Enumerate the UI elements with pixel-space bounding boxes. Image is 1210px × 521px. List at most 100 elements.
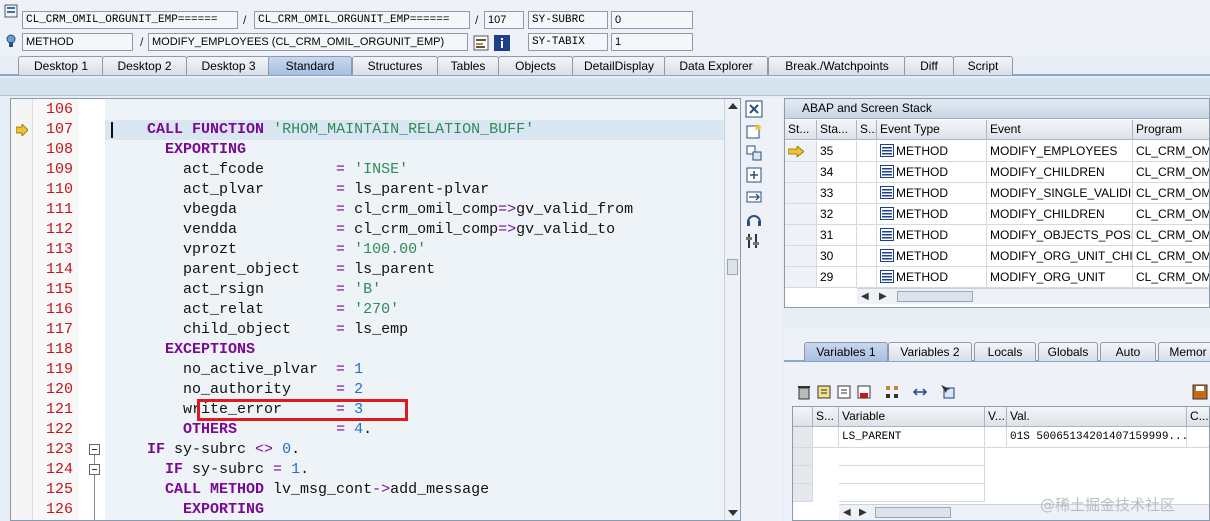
col-header-program[interactable]: Program [1133, 120, 1209, 140]
replace-tool-icon[interactable] [745, 144, 763, 162]
services-icon[interactable] [745, 210, 763, 228]
col-header-event[interactable]: Event [987, 120, 1133, 140]
method-type-icon [880, 228, 894, 241]
col-header-event-type[interactable]: Event Type [877, 120, 987, 140]
col-header-value[interactable]: Val. [1007, 407, 1187, 427]
stack-row-status [785, 225, 817, 246]
tab-locals[interactable]: Locals [974, 342, 1036, 361]
tab-desktop-1[interactable]: Desktop 1 [18, 56, 104, 75]
scroll-right-icon[interactable]: ▶ [859, 507, 867, 519]
save-icon[interactable] [1192, 384, 1208, 400]
scroll-thumb[interactable] [875, 507, 951, 518]
delete-icon[interactable] [796, 384, 812, 400]
var-row-c [1187, 427, 1209, 448]
tab-diff[interactable]: Diff [904, 56, 954, 75]
stack-row-event: MODIFY_CHILDREN [987, 162, 1133, 183]
save-variables-icon[interactable] [856, 384, 872, 400]
source-code-editor[interactable]: 106 107 CALL FUNCTION 'RHOM_MAINTAIN_REL… [10, 98, 741, 521]
row-selector[interactable] [793, 448, 813, 466]
col-header-stack-level[interactable]: Sta... [817, 120, 857, 140]
scroll-down-icon[interactable] [728, 510, 738, 516]
tab-desktop-3[interactable]: Desktop 3 [186, 56, 271, 75]
annotation-highlight-box [197, 399, 408, 421]
tab-variables-1[interactable]: Variables 1 [804, 342, 888, 361]
move-icon[interactable] [912, 384, 928, 400]
include-field[interactable]: CL_CRM_OMIL_ORGUNIT_EMP====== [254, 11, 470, 29]
class-field[interactable]: CL_CRM_OMIL_ORGUNIT_EMP====== [22, 11, 238, 29]
row-selector[interactable] [793, 427, 813, 448]
fold-toggle-icon[interactable] [89, 444, 100, 455]
separator: / [140, 35, 144, 49]
method-type-icon [880, 165, 894, 178]
tab-standard[interactable]: Standard [268, 56, 352, 75]
method-field[interactable]: MODIFY_EMPLOYEES (CL_CRM_OMIL_ORGUNIT_EM… [148, 33, 468, 51]
tab-auto[interactable]: Auto [1100, 342, 1156, 361]
tab-globals[interactable]: Globals [1038, 342, 1098, 361]
code-text: act_plvar = ls_parent-plvar [111, 181, 490, 198]
row-selector[interactable] [793, 484, 813, 502]
stack-row-event-type: METHOD [877, 204, 987, 225]
line-number: 115 [45, 281, 73, 298]
var-row-variable[interactable] [839, 484, 985, 502]
col-header-v[interactable]: V... [985, 407, 1007, 427]
scroll-left-icon[interactable]: ◀ [843, 507, 851, 519]
stack-row-event: MODIFY_ORG_UNIT_CHI... [987, 246, 1133, 267]
tab-data-explorer[interactable]: Data Explorer [664, 56, 768, 75]
info-icon[interactable] [494, 35, 510, 51]
stack-horizontal-scrollbar[interactable]: ◀ ▶ [857, 288, 1209, 304]
maximize-icon[interactable] [745, 166, 763, 184]
sysvar-name-subrc[interactable]: SY-SUBRC [528, 11, 608, 29]
code-text: EXPORTING [165, 141, 247, 158]
code-text: EXCEPTIONS [165, 341, 256, 358]
swap-tool-icon[interactable] [745, 188, 763, 206]
tab-objects[interactable]: Objects [498, 56, 573, 75]
editor-vertical-scrollbar[interactable] [724, 99, 740, 520]
scroll-thumb[interactable] [727, 259, 738, 275]
col-header-c[interactable]: C... [1187, 407, 1209, 427]
source-icon[interactable] [473, 35, 489, 51]
var-row-variable[interactable]: LS_PARENT [839, 427, 985, 448]
row-selector[interactable] [793, 466, 813, 484]
scroll-thumb[interactable] [897, 291, 973, 302]
debugger-tabs: Desktop 1 Desktop 2 Desktop 3 Standard S… [0, 56, 1210, 76]
code-line: 112 vendda = cl_crm_omil_comp=>gv_valid_… [11, 220, 725, 240]
tab-desktop-2[interactable]: Desktop 2 [102, 56, 187, 75]
hierarchy-icon[interactable] [884, 384, 900, 400]
scroll-up-icon[interactable] [728, 103, 738, 109]
import-icon[interactable] [816, 384, 832, 400]
tab-structures[interactable]: Structures [352, 56, 438, 75]
method-type-icon [880, 186, 894, 199]
new-tool-icon[interactable] [745, 122, 763, 140]
var-row-variable[interactable] [839, 466, 985, 484]
col-header-s[interactable]: S... [857, 120, 877, 140]
tab-script[interactable]: Script [953, 56, 1013, 75]
line-number: 116 [45, 301, 73, 318]
type-field[interactable]: METHOD [22, 33, 133, 51]
code-line: 124 IF sy-subrc = 1. [11, 460, 725, 480]
code-text: act_rsign = 'B' [111, 281, 382, 298]
tab-subbar [0, 78, 1210, 96]
fold-toggle-icon[interactable] [89, 464, 100, 475]
line-field[interactable]: 107 [484, 11, 524, 29]
var-row-value[interactable]: 01S 50065134201407159999... [1007, 427, 1187, 448]
tab-break-watchpoints[interactable]: Break./Watchpoints [768, 56, 906, 75]
scroll-left-icon[interactable]: ◀ [861, 291, 869, 303]
close-icon[interactable] [745, 100, 763, 118]
line-number: 114 [45, 261, 73, 278]
col-header-s[interactable]: S... [813, 407, 839, 427]
stack-row-s [857, 183, 877, 204]
line-number: 108 [45, 141, 73, 158]
stack-row-event: MODIFY_EMPLOYEES [987, 141, 1133, 162]
tab-detail-display[interactable]: DetailDisplay [572, 56, 666, 75]
scroll-right-icon[interactable]: ▶ [879, 291, 887, 303]
var-row-variable[interactable] [839, 448, 985, 466]
sysvar-name-tabix[interactable]: SY-TABIX [528, 33, 608, 51]
tab-memory[interactable]: Memor [1158, 342, 1210, 361]
tab-variables-2[interactable]: Variables 2 [888, 342, 972, 361]
tab-tables[interactable]: Tables [437, 56, 499, 75]
export-icon[interactable] [836, 384, 852, 400]
col-header-variable[interactable]: Variable [839, 407, 985, 427]
settings-icon[interactable] [745, 232, 763, 250]
col-header-status[interactable]: St... [785, 120, 817, 140]
cursor-select-icon[interactable] [940, 384, 956, 400]
